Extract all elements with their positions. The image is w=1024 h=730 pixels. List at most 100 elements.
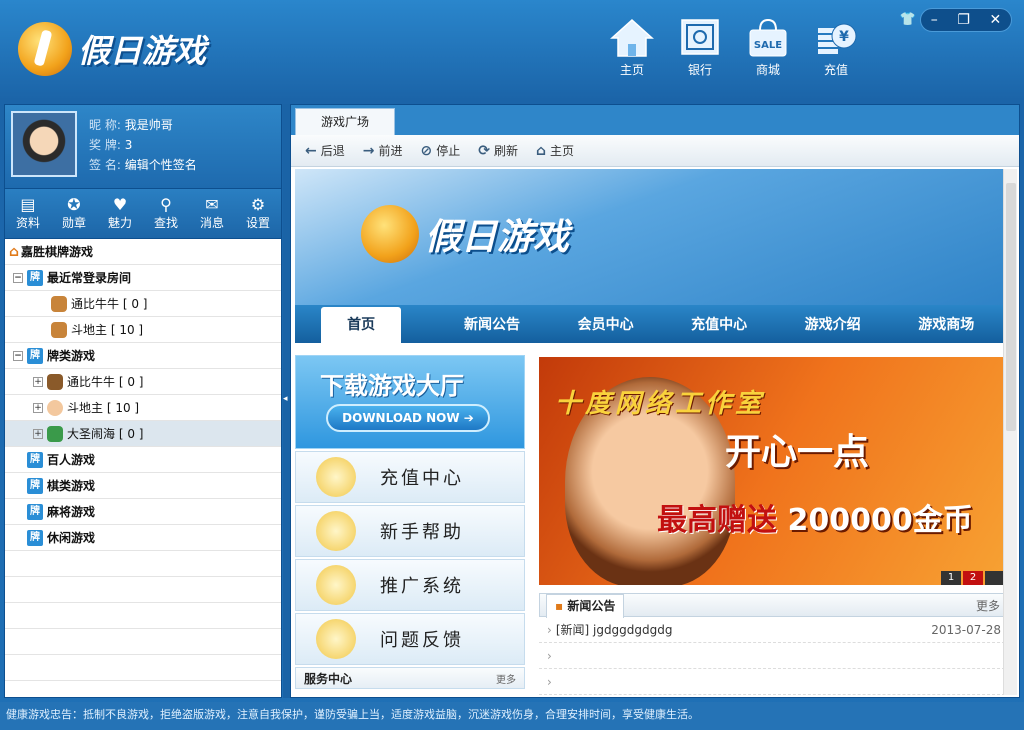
topnav-shop[interactable]: SALE 商城	[741, 18, 795, 78]
download-banner[interactable]: 下载游戏大厅 DOWNLOAD NOW ➔	[295, 355, 525, 449]
menu-games[interactable]: 游戏介绍	[776, 307, 890, 343]
side-link-label: 问题反馈	[380, 630, 464, 651]
menu-shop[interactable]: 游戏商场	[889, 307, 1003, 343]
ad-bonus-amount: 200000金币	[777, 503, 973, 538]
house-icon: ⌂	[9, 243, 20, 260]
ad-page-1[interactable]: 1	[941, 571, 961, 585]
expand-icon[interactable]: +	[33, 376, 43, 387]
collapse-icon[interactable]: −	[13, 272, 23, 283]
left-panel: 昵 称: 我是帅哥 奖 牌: 3 签 名: 编辑个性签名 ▤ 资料 ✪ 勋章 ♥ 魅力…	[4, 104, 282, 698]
news-item[interactable]: ›	[539, 643, 1003, 669]
topnav-recharge[interactable]: ¥ 充值	[809, 18, 863, 78]
service-more-link[interactable]: 更多	[496, 671, 516, 686]
top-nav: 主页 银行 SALE 商城 ¥ 充值	[605, 18, 863, 78]
tool-settings-label: 设置	[245, 216, 270, 230]
topnav-bank-label: 银行	[687, 63, 712, 77]
forward-button[interactable]: → 前进	[363, 142, 403, 159]
skin-icon[interactable]: 👕	[900, 12, 916, 27]
web-content: 假日游戏 首页 新闻公告 会员中心 充值中心 游戏介绍 游戏商场 下载游戏大厅 …	[295, 169, 1003, 695]
shop-bag-icon: SALE	[746, 18, 790, 58]
collapse-icon[interactable]: −	[13, 350, 23, 361]
tool-message[interactable]: ✉ 消息	[200, 196, 224, 231]
menu-recharge[interactable]: 充值中心	[662, 307, 776, 343]
tree-group[interactable]: 牌 棋类游戏	[5, 473, 281, 499]
topnav-recharge-label: 充值	[823, 63, 848, 77]
promo-ad[interactable]: 十度网络工作室 开心一点 最高赠送 200000金币 1 2	[539, 357, 1003, 585]
tree-empty-row	[5, 577, 281, 603]
arrow-icon: ›	[547, 623, 552, 637]
side-link-feedback[interactable]: 问题反馈	[295, 613, 525, 665]
signature-link[interactable]: 编辑个性签名	[125, 158, 197, 172]
room-count: [ 10 ]	[110, 322, 144, 337]
avatar[interactable]	[11, 111, 77, 177]
tree-item[interactable]: + 斗地主 [ 10 ]	[5, 395, 281, 421]
tree-group-label: 最近常登录房间	[47, 271, 132, 285]
news-item[interactable]: ›	[539, 669, 1003, 695]
menu-news[interactable]: 新闻公告	[435, 307, 549, 343]
room-count: [ 0 ]	[118, 374, 144, 389]
stop-icon: ⊘	[420, 142, 433, 159]
news-item[interactable]: › [新闻] jgdggdgdgdg 2013-07-28	[539, 617, 1003, 643]
tree-group-cards[interactable]: − 牌 牌类游戏	[5, 343, 281, 369]
ad-page-2[interactable]: 2	[963, 571, 983, 585]
game-name: 斗地主	[67, 401, 104, 415]
home-button[interactable]: ⌂ 主页	[536, 142, 574, 159]
refresh-button[interactable]: ⟳ 刷新	[478, 142, 518, 159]
site-sidebar: 下载游戏大厅 DOWNLOAD NOW ➔ 充值中心 新手帮助 推广系统 问题反…	[295, 355, 525, 689]
tree-root[interactable]: ⌂ 嘉胜棋牌游戏	[5, 239, 281, 265]
tool-charm[interactable]: ♥ 魅力	[108, 196, 132, 231]
card-category-icon: 牌	[27, 477, 43, 494]
side-link-help[interactable]: 新手帮助	[295, 505, 525, 557]
back-button[interactable]: ← 后退	[305, 142, 345, 159]
tree-group-recent[interactable]: − 牌 最近常登录房间	[5, 265, 281, 291]
topnav-bank[interactable]: 银行	[673, 18, 727, 78]
tool-search[interactable]: ⚲ 查找	[154, 196, 178, 231]
tool-profile[interactable]: ▤ 资料	[16, 196, 40, 231]
tool-medal[interactable]: ✪ 勋章	[62, 196, 86, 231]
expand-icon[interactable]: +	[33, 402, 43, 413]
tab-game-plaza[interactable]: 游戏广场	[295, 108, 395, 135]
tree-group-label: 麻将游戏	[47, 505, 96, 519]
vertical-scrollbar[interactable]	[1003, 169, 1017, 695]
scrollbar-thumb[interactable]	[1006, 183, 1016, 431]
tab-bar: 游戏广场	[291, 105, 1019, 135]
tree-item-selected[interactable]: + 大圣闹海 [ 0 ]	[5, 421, 281, 447]
restore-button[interactable]: ❐	[957, 12, 970, 28]
medal-label: 奖 牌:	[89, 138, 121, 152]
tree-group[interactable]: 牌 百人游戏	[5, 447, 281, 473]
side-link-promo[interactable]: 推广系统	[295, 559, 525, 611]
expand-icon[interactable]: +	[33, 428, 43, 439]
news-tab[interactable]: ▪ 新闻公告	[546, 594, 625, 618]
promo-globe-icon	[316, 565, 356, 605]
menu-member[interactable]: 会员中心	[549, 307, 663, 343]
tool-settings[interactable]: ⚙ 设置	[246, 196, 270, 231]
toolbar: ▤ 资料 ✪ 勋章 ♥ 魅力 ⚲ 查找 ✉ 消息 ⚙ 设置	[5, 189, 281, 239]
browser-nav: ← 后退 → 前进 ⊘ 停止 ⟳ 刷新 ⌂ 主页	[291, 135, 1019, 167]
site-logo[interactable]: 假日游戏	[361, 205, 569, 263]
card-category-icon: 牌	[27, 269, 43, 286]
room-count: [ 0 ]	[122, 296, 148, 311]
panel-splitter[interactable]	[283, 104, 290, 698]
tree-item[interactable]: 斗地主 [ 10 ]	[5, 317, 281, 343]
topnav-shop-label: 商城	[755, 63, 780, 77]
menu-home[interactable]: 首页	[321, 307, 402, 343]
ad-pager: 1 2	[939, 571, 1003, 585]
topnav-home[interactable]: 主页	[605, 18, 659, 78]
download-now-button[interactable]: DOWNLOAD NOW ➔	[326, 404, 490, 432]
side-link-recharge[interactable]: 充值中心	[295, 451, 525, 503]
logo-mark-icon	[18, 22, 72, 76]
minimize-button[interactable]: –	[931, 12, 938, 28]
close-button[interactable]: ✕	[989, 12, 1001, 28]
ad-page-3[interactable]	[985, 571, 1003, 585]
tree-group[interactable]: 牌 休闲游戏	[5, 525, 281, 551]
profile-info: 昵 称: 我是帅哥 奖 牌: 3 签 名: 编辑个性签名	[89, 111, 197, 182]
stop-button[interactable]: ⊘ 停止	[421, 142, 461, 159]
sign-label: 签 名:	[89, 158, 121, 172]
tree-item[interactable]: + 通比牛牛 [ 0 ]	[5, 369, 281, 395]
news-more-link[interactable]: 更多	[976, 597, 1000, 614]
tree-group[interactable]: 牌 麻将游戏	[5, 499, 281, 525]
news-item-text: [新闻] jgdggdgdgdg	[555, 623, 673, 637]
home-label: 主页	[550, 144, 575, 158]
message-icon: ✉	[205, 195, 219, 214]
tree-item[interactable]: 通比牛牛 [ 0 ]	[5, 291, 281, 317]
